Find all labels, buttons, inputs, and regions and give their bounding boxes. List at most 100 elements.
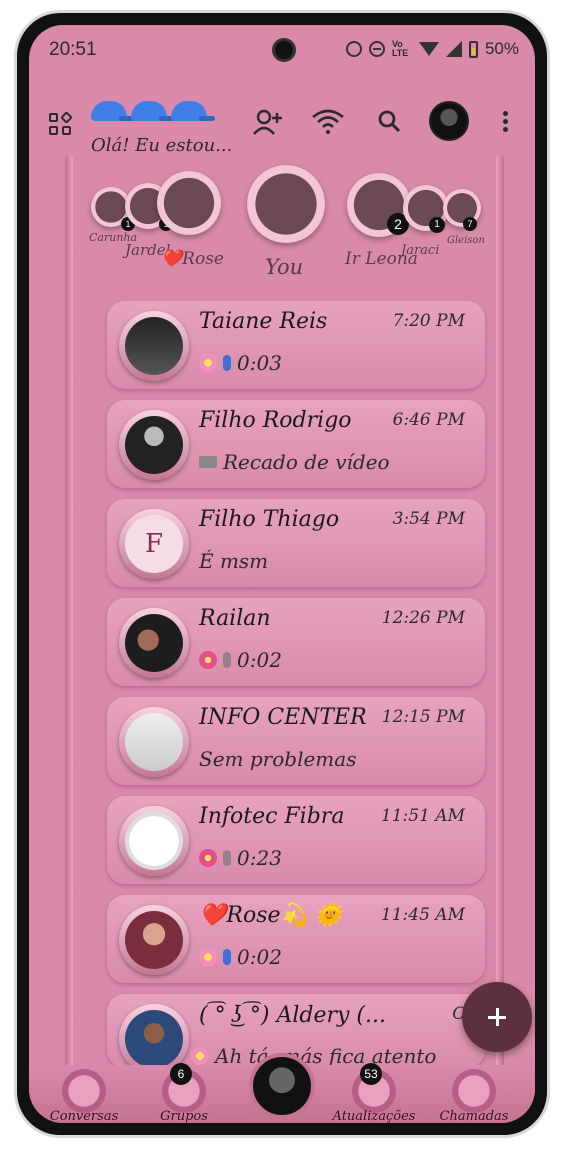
flower-icon — [199, 651, 217, 669]
story-badge: 1 — [429, 217, 445, 233]
nav-tab-chamadas[interactable]: Chamadas — [429, 1069, 519, 1123]
chat-avatar: F — [119, 509, 189, 579]
chat-avatar — [119, 608, 189, 678]
mic-icon — [223, 850, 231, 866]
chat-preview: 0:23 — [199, 846, 282, 870]
chat-time: 7:20 PM — [392, 311, 465, 331]
caps-emoji-icon — [91, 99, 215, 127]
chat-preview-text: É msm — [199, 549, 269, 573]
nav-tab-atualizacoes[interactable]: 53 Atualizações — [329, 1063, 419, 1123]
status-time: 20:51 — [49, 39, 97, 60]
chat-preview: 0:02 — [199, 648, 282, 672]
chat-time: 12:26 PM — [381, 608, 465, 628]
chat-row[interactable]: F Filho Thiago 3:54 PM É msm — [107, 499, 485, 587]
chat-avatar — [119, 410, 189, 480]
chat-row[interactable]: Railan 12:26 PM 0:02 — [107, 598, 485, 686]
nav-tab-conversas[interactable]: Conversas — [39, 1069, 129, 1123]
flower-icon — [199, 849, 217, 867]
updates-icon: 53 — [352, 1063, 396, 1113]
chat-time: 11:45 AM — [380, 905, 465, 925]
nav-badge: 6 — [170, 1063, 192, 1085]
battery-icon — [468, 40, 478, 58]
do-not-disturb-icon — [368, 41, 385, 57]
story-name: ❤️Rose — [161, 249, 224, 269]
wifi-status-icon — [418, 42, 439, 56]
chat-preview: Sem problemas — [199, 747, 356, 771]
chat-name: INFO CENTER — [199, 705, 367, 730]
flower-icon — [199, 354, 217, 372]
chat-avatar — [119, 806, 189, 876]
app-title[interactable]: Olá! Eu estou... — [91, 135, 232, 156]
chat-list: Taiane Reis 7:20 PM 0:03 Filho Rodrigo 6… — [107, 301, 505, 1079]
chat-avatar — [119, 905, 189, 975]
chat-name: Taiane Reis — [199, 309, 328, 334]
more-options-icon[interactable] — [503, 111, 509, 133]
signal-icon — [445, 41, 462, 57]
nav-label: Conversas — [49, 1109, 119, 1123]
nav-label: Atualizações — [332, 1109, 416, 1123]
chat-preview-text: 0:02 — [237, 648, 282, 672]
chat-name: Filho Rodrigo — [199, 408, 352, 433]
flower-icon — [199, 948, 217, 966]
status-stories: 1 Carunha 1 Jardel ❤️Rose You 2 Ir Leona… — [29, 155, 535, 295]
status-bar: 20:51 Vo LTE 50% — [29, 25, 535, 75]
bottom-nav: Conversas 6 Grupos 53 Atualizações Chama… — [29, 1053, 535, 1123]
status-icons: Vo LTE 50% — [345, 39, 519, 59]
story-name: Gleison — [447, 235, 485, 246]
chat-avatar — [119, 311, 189, 381]
nav-label: Grupos — [160, 1109, 208, 1123]
chat-row[interactable]: Infotec Fibra 11:51 AM 0:23 — [107, 796, 485, 884]
chat-preview-text: 0:02 — [237, 945, 282, 969]
story-avatar[interactable] — [157, 171, 221, 235]
center-profile-avatar[interactable] — [249, 1053, 315, 1119]
chat-row[interactable]: Filho Rodrigo 6:46 PM Recado de vídeo — [107, 400, 485, 488]
chat-name: Filho Thiago — [199, 507, 340, 532]
chat-row[interactable]: Taiane Reis 7:20 PM 0:03 — [107, 301, 485, 389]
avatar-letter: F — [125, 515, 183, 573]
chat-preview: 0:02 — [199, 945, 282, 969]
flower-icon — [191, 1047, 209, 1065]
chat-time: 11:51 AM — [380, 806, 465, 826]
chat-preview-text: Sem problemas — [199, 747, 357, 771]
chat-time: 3:54 PM — [392, 509, 465, 529]
chat-time: 6:46 PM — [392, 410, 465, 430]
chat-preview-text: 0:23 — [237, 846, 282, 870]
mic-icon — [223, 949, 231, 965]
chat-preview: Recado de vídeo — [199, 450, 390, 474]
phone-call-icon — [452, 1069, 496, 1113]
nav-tab-grupos[interactable]: 6 Grupos — [139, 1063, 229, 1123]
chat-bubble-icon — [62, 1069, 106, 1113]
chat-preview-text: Recado de vídeo — [223, 450, 390, 474]
chat-name: ( ͡° ͜ʖ ͡°) Aldery (... — [199, 1003, 386, 1028]
volte-icon: Vo LTE — [391, 39, 409, 58]
chat-time: 12:15 PM — [381, 707, 465, 727]
chat-avatar — [119, 707, 189, 777]
battery-percent: 50% — [484, 39, 519, 58]
chat-preview: 0:03 — [199, 351, 282, 375]
profile-avatar[interactable] — [429, 101, 469, 141]
apps-icon[interactable] — [49, 111, 73, 137]
wifi-icon[interactable] — [311, 107, 345, 135]
mic-icon — [223, 652, 231, 668]
story-avatar-self[interactable] — [247, 165, 325, 243]
chat-preview-text: 0:03 — [237, 351, 282, 375]
front-camera — [272, 38, 296, 62]
phone-frame: 20:51 Vo LTE 50% Olá! Eu estou... 1 Caru… — [14, 10, 550, 1138]
chat-name: Infotec Fibra — [199, 804, 345, 829]
chat-name: Railan — [199, 606, 271, 631]
alarm-icon — [345, 41, 362, 57]
chat-row[interactable]: INFO CENTER 12:15 PM Sem problemas — [107, 697, 485, 785]
top-bar: Olá! Eu estou... — [29, 77, 535, 157]
search-icon[interactable] — [377, 109, 401, 133]
story-name: Jaraci — [401, 243, 440, 258]
new-chat-fab-button[interactable] — [462, 982, 532, 1052]
nav-badge: 53 — [360, 1063, 382, 1085]
add-contact-icon[interactable] — [253, 109, 283, 135]
chat-row[interactable]: ❤️Rose💫 🌞 11:45 AM 0:02 — [107, 895, 485, 983]
chat-preview: É msm — [199, 549, 268, 573]
chat-name: ❤️Rose💫 🌞 — [199, 903, 343, 928]
nav-label: Chamadas — [439, 1109, 509, 1123]
video-icon — [199, 456, 217, 468]
story-name-self: You — [265, 255, 304, 279]
groups-icon: 6 — [162, 1063, 206, 1113]
